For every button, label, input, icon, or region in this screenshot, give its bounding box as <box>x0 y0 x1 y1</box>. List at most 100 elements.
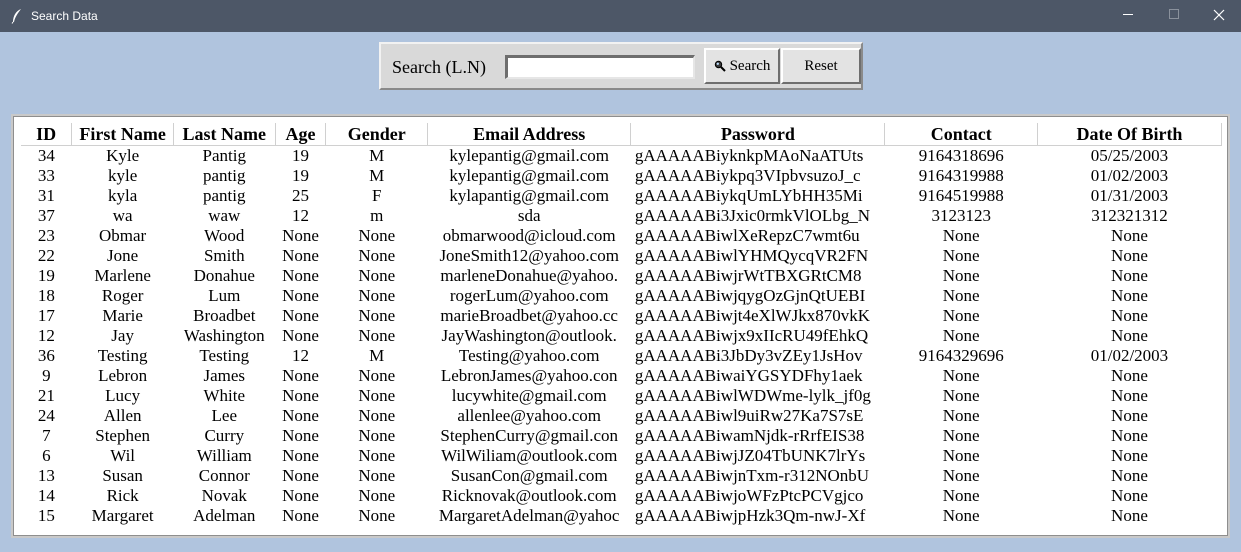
cell-gender: None <box>358 506 396 525</box>
table-row[interactable]: 31 kyla pantig 25 Fkylapantig@gmail.com gAAAA… <box>21 186 1222 206</box>
table-row[interactable]: 18 Roger Lum None None rogerLum@yahoo.com gAAA… <box>21 286 1222 306</box>
title-bar: Search Data <box>0 0 1241 32</box>
cell-password: gAAAAABiwlXeRepzC7wmt6u <box>634 226 860 245</box>
close-button[interactable] <box>1196 0 1241 32</box>
cell-last-name: Pantig <box>202 146 246 165</box>
maximize-button[interactable] <box>1151 0 1197 32</box>
table-row[interactable]: 13 Susan Connor None None SusanCon@gmail.com g… <box>21 466 1222 486</box>
cell-age: None <box>282 466 319 485</box>
column-header-last-name[interactable]: Last Name <box>173 123 276 146</box>
cell-id: 21 <box>37 386 55 405</box>
cell-last-name: waw <box>208 206 241 225</box>
cell-first-name: Jay <box>111 326 134 345</box>
cell-first-name: kyle <box>107 166 138 185</box>
cell-age: 19 <box>292 166 309 185</box>
cell-age: 12 <box>292 206 309 225</box>
cell-email: Ricknovak@outlook.com <box>441 486 617 505</box>
cell-first-name: Stephen <box>95 426 151 445</box>
cell-last-name: Washington <box>183 326 265 345</box>
search-label: Search (L.N) <box>392 57 486 77</box>
cell-dob: None <box>1111 506 1148 525</box>
cell-dob: None <box>1111 226 1148 245</box>
column-header-first-name[interactable]: First Name <box>71 123 174 146</box>
table-row[interactable]: 23 Obmar Wood None None obmarwood@icloud.com g… <box>21 226 1222 246</box>
results-table-view[interactable]: ID First Name Last Name Age Gender Email Addr… <box>21 123 1222 529</box>
table-row[interactable]: 37 wa waw 12 m sda gAAAAABi3Jxic0rmkVlOLbg_N 31… <box>21 206 1222 226</box>
cell-email: allenlee@yahoo.com <box>457 406 601 425</box>
column-header-gender[interactable]: Gender <box>325 123 429 146</box>
minimize-button[interactable] <box>1105 0 1151 32</box>
cell-dob: None <box>1111 446 1148 465</box>
table-row[interactable]: 7 Stephen Curry None None StephenCurry@gmail.… <box>21 426 1222 446</box>
cell-dob: 01/02/2003 <box>1090 166 1169 185</box>
cell-last-name: William <box>196 446 252 465</box>
table-body: 34 Kyle Pantig 19 Mkylepantig@gmail.com gAAAA… <box>21 146 1222 527</box>
table-row[interactable]: 33 kyle pantig 19 Mkylepantig@gmail.com gAAAA… <box>21 166 1222 186</box>
table-row[interactable]: 22 Jone Smith None None JoneSmith12@yahoo.com… <box>21 246 1222 266</box>
cell-email: lucywhite@gmail.com <box>451 386 607 405</box>
cell-email: SusanCon@gmail.com <box>450 466 608 485</box>
cell-id: 22 <box>37 246 55 265</box>
cell-first-name: wa <box>112 206 133 225</box>
cell-gender: None <box>358 286 396 305</box>
column-header-age[interactable]: Age <box>275 123 327 146</box>
cell-first-name: Marie <box>102 306 143 325</box>
cell-email: kylepantig@gmail.com <box>449 166 610 185</box>
search-button[interactable]: Search <box>704 48 780 84</box>
table-row[interactable]: 17 Marie Broadbet None None marieBroadbet@yah… <box>21 306 1222 326</box>
search-input[interactable] <box>505 55 695 79</box>
table-row[interactable]: 24 Allen Lee None None allenlee@yahoo.com gAAA… <box>21 406 1222 426</box>
column-header-password[interactable]: Password <box>630 123 886 146</box>
cell-email: StephenCurry@gmail.con <box>440 426 618 445</box>
table-row[interactable]: 6 Wil William None None WilWiliam@outlook.com… <box>21 446 1222 466</box>
cell-age: None <box>282 366 319 385</box>
cell-contact: 9164319988 <box>918 166 1004 185</box>
cell-gender: F <box>371 186 382 205</box>
cell-first-name: Margaret <box>91 506 154 525</box>
cell-contact: None <box>942 406 980 425</box>
magnifier-icon <box>714 60 726 72</box>
cell-last-name: pantig <box>203 166 246 185</box>
table-row[interactable]: 14 Rick Novak None None Ricknovak@outlook.com… <box>21 486 1222 506</box>
cell-last-name: Smith <box>203 246 245 265</box>
cell-password: gAAAAABiykpq3VIpbvsuzoJ_c <box>634 166 861 185</box>
cell-gender: M <box>369 146 385 165</box>
cell-last-name: Lee <box>211 406 238 425</box>
cell-gender: None <box>358 226 396 245</box>
table-row[interactable]: 19 Marlene Donahue None None marleneDonahue@y… <box>21 266 1222 286</box>
cell-dob: None <box>1111 266 1148 285</box>
table-row[interactable]: 12 Jay Washington None None JayWashington@out… <box>21 326 1222 346</box>
cell-age: None <box>282 386 319 405</box>
column-header-email[interactable]: Email Address <box>427 123 632 146</box>
column-header-contact[interactable]: Contact <box>884 123 1038 146</box>
table-row[interactable]: 9 Lebron James None None LebronJames@yahoo.co… <box>21 366 1222 386</box>
cell-dob: 01/31/2003 <box>1090 186 1169 205</box>
table-row[interactable]: 34 Kyle Pantig 19 Mkylepantig@gmail.com gAAAA… <box>21 146 1222 167</box>
cell-contact: None <box>942 306 980 325</box>
cell-last-name: White <box>203 386 246 405</box>
cell-email: sda <box>517 206 541 225</box>
column-header-dob[interactable]: Date Of Birth <box>1037 123 1222 146</box>
cell-id: 31 <box>37 186 55 205</box>
cell-password: gAAAAABiwjoWFzPtcPCVgjco <box>634 486 864 505</box>
cell-first-name: Lucy <box>105 386 141 405</box>
cell-first-name: Lebron <box>98 366 148 385</box>
cell-age: 19 <box>292 146 309 165</box>
table-row[interactable]: 36 Testing Testing 12 M Testing@yahoo.com gAAA… <box>21 346 1222 366</box>
cell-age: None <box>282 506 319 525</box>
cell-first-name: Roger <box>101 286 144 305</box>
cell-password: gAAAAABiykqUmLYbHH35Mi <box>634 186 863 205</box>
table-row[interactable]: 21 Lucy White None None lucywhite@gmail.com gA… <box>21 386 1222 406</box>
table-row[interactable]: 15 Margaret Adelman None None MargaretAdelman… <box>21 506 1222 526</box>
cell-contact: None <box>942 506 980 525</box>
reset-button[interactable]: Reset <box>781 48 861 84</box>
cell-password: gAAAAABiyknkpMAoNaATUts <box>634 146 864 165</box>
cell-gender: M <box>369 346 385 365</box>
cell-first-name: Kyle <box>106 146 140 165</box>
cell-gender: None <box>358 306 396 325</box>
cell-contact: None <box>942 266 980 285</box>
cell-id: 37 <box>37 206 55 225</box>
cell-contact: None <box>942 226 980 245</box>
column-header-id[interactable]: ID <box>21 123 73 146</box>
cell-contact: 3123123 <box>931 206 991 225</box>
